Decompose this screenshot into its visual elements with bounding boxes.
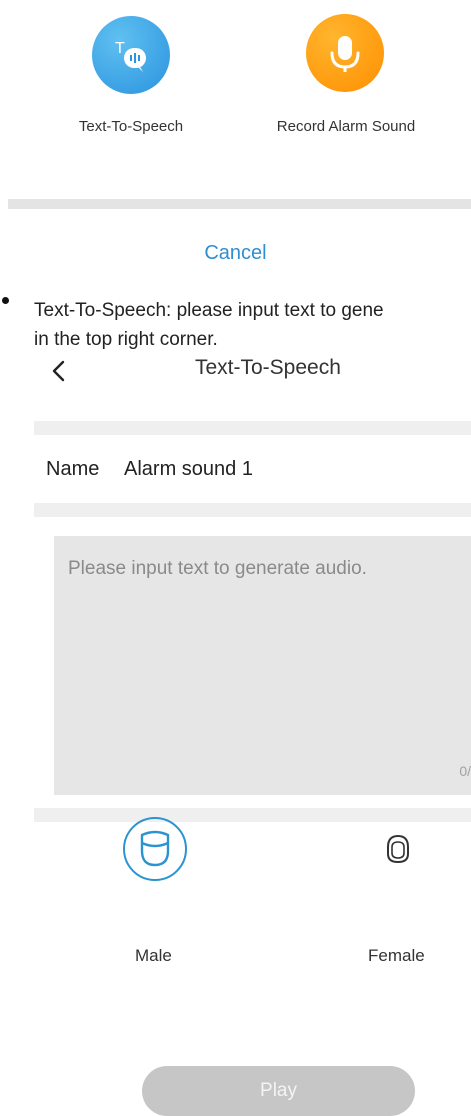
name-label: Name bbox=[46, 458, 100, 480]
text-to-speech-option-button[interactable]: T bbox=[92, 16, 170, 94]
text-input-area[interactable]: Please input text to generate audio. 0/ bbox=[54, 536, 471, 795]
male-voice-button[interactable] bbox=[123, 817, 187, 881]
female-face-icon[interactable] bbox=[384, 834, 412, 864]
name-field[interactable]: Alarm sound 1 bbox=[124, 458, 253, 481]
cancel-button[interactable]: Cancel bbox=[0, 242, 471, 265]
text-to-speech-option-label[interactable]: Text-To-Speech bbox=[31, 118, 231, 135]
doc-text-line-1: Text-To-Speech: please input text to gen… bbox=[34, 300, 384, 321]
microphone-icon bbox=[330, 36, 360, 72]
name-separator bbox=[34, 503, 471, 517]
text-input-placeholder: Please input text to generate audio. bbox=[68, 558, 367, 579]
page-title: Text-To-Speech bbox=[195, 356, 341, 379]
sheet-divider bbox=[8, 199, 471, 209]
doc-text-line-2: in the top right corner. bbox=[34, 329, 218, 350]
bullet-point bbox=[2, 297, 9, 304]
male-face-icon bbox=[140, 830, 170, 867]
female-voice-label[interactable]: Female bbox=[368, 946, 425, 966]
male-voice-label[interactable]: Male bbox=[135, 946, 172, 966]
record-alarm-sound-option-button[interactable] bbox=[306, 14, 384, 92]
header-separator bbox=[34, 421, 471, 435]
text-to-speech-icon: T bbox=[115, 40, 146, 72]
character-counter: 0/ bbox=[459, 763, 471, 779]
play-button[interactable]: Play bbox=[142, 1066, 415, 1116]
svg-text:T: T bbox=[115, 40, 125, 57]
text-area-separator bbox=[34, 808, 471, 822]
record-alarm-sound-option-label[interactable]: Record Alarm Sound bbox=[246, 118, 446, 135]
chevron-left-icon[interactable] bbox=[48, 356, 70, 386]
